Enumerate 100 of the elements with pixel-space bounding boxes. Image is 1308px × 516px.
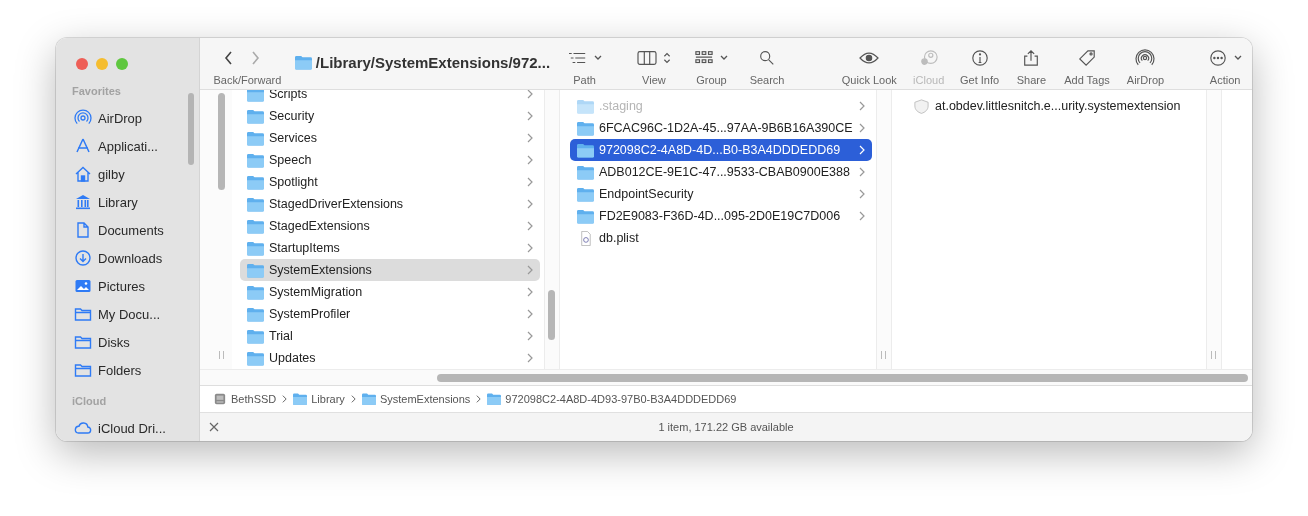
file-row[interactable]: db.plist bbox=[570, 227, 872, 249]
navigation-label: Back/Forward bbox=[213, 74, 282, 86]
sidebar-item[interactable]: AirDrop bbox=[64, 104, 191, 132]
building-icon bbox=[74, 193, 92, 211]
folder-icon bbox=[294, 55, 312, 70]
file-row[interactable]: Security bbox=[240, 105, 540, 127]
folder-icon bbox=[247, 108, 264, 124]
chevron-icon bbox=[526, 110, 534, 122]
scrollbar-thumb[interactable] bbox=[218, 93, 225, 190]
chevron-icon bbox=[526, 90, 534, 100]
folder-icon bbox=[293, 393, 308, 405]
sidebar-item[interactable]: My Docu... bbox=[64, 300, 191, 328]
chevron-icon bbox=[858, 210, 866, 222]
sidebar-item[interactable]: Folders bbox=[64, 356, 191, 384]
file-row[interactable]: FD2E9083-F36D-4D...095-2D0E19C7D006 bbox=[570, 205, 872, 227]
folder-icon bbox=[247, 196, 264, 212]
download-icon bbox=[74, 249, 92, 267]
toolbar-button[interactable]: Share bbox=[1005, 38, 1058, 89]
sidebar-item[interactable]: gilby bbox=[64, 160, 191, 188]
file-row[interactable]: StartupItems bbox=[240, 237, 540, 259]
path-item[interactable]: Library bbox=[293, 393, 345, 405]
chevron-icon bbox=[858, 122, 866, 134]
toolbar-button[interactable]: Action bbox=[1198, 38, 1252, 89]
file-row[interactable]: ADB012CE-9E1C-47...9533-CBAB0900E388 bbox=[570, 161, 872, 183]
columns-icon bbox=[635, 49, 658, 67]
sidebar-section-title: iCloud bbox=[71, 394, 108, 409]
toolbar-button[interactable]: Search bbox=[739, 38, 795, 89]
sidebar-item[interactable]: Downloads bbox=[64, 244, 191, 272]
chevron-icon bbox=[858, 144, 866, 156]
file-row[interactable]: SystemExtensions bbox=[240, 259, 540, 281]
file-row[interactable]: Services bbox=[240, 127, 540, 149]
shield-icon bbox=[913, 98, 930, 114]
sidebar-item[interactable]: Documents bbox=[64, 216, 191, 244]
folder-icon bbox=[247, 328, 264, 344]
chevron-icon bbox=[526, 198, 534, 210]
sidebar-item[interactable]: Pictures bbox=[64, 272, 191, 300]
folder-icon bbox=[247, 350, 264, 366]
column-resize-handle[interactable] bbox=[1211, 351, 1216, 359]
toolbar-button[interactable]: Path bbox=[554, 38, 615, 89]
file-row[interactable]: EndpointSecurity bbox=[570, 183, 872, 205]
document-icon bbox=[74, 221, 92, 239]
chevron-icon bbox=[349, 394, 357, 404]
toolbar-button[interactable]: Quick Look bbox=[834, 38, 904, 89]
scrollbar-thumb[interactable] bbox=[188, 93, 194, 165]
picture-icon bbox=[74, 277, 92, 295]
zoom-button[interactable] bbox=[116, 58, 128, 70]
file-row[interactable]: StagedExtensions bbox=[240, 215, 540, 237]
file-row[interactable]: 6FCAC96C-1D2A-45...97AA-9B6B16A390CE bbox=[570, 117, 872, 139]
folder-icon bbox=[74, 305, 92, 323]
folder-icon bbox=[247, 262, 264, 278]
drive-icon bbox=[213, 393, 227, 405]
file-row[interactable]: Spotlight bbox=[240, 171, 540, 193]
toolbar-button[interactable]: Group bbox=[683, 38, 740, 89]
file-row[interactable]: 972098C2-4A8D-4D...B0-B3A4DDDEDD69 bbox=[570, 139, 872, 161]
close-button[interactable] bbox=[76, 58, 88, 70]
path-item[interactable]: SystemExtensions bbox=[361, 393, 471, 405]
sidebar-item[interactable]: Applicati... bbox=[64, 132, 191, 160]
cloud-icon bbox=[74, 419, 92, 437]
airdrop-icon bbox=[1134, 49, 1157, 67]
minimize-button[interactable] bbox=[96, 58, 108, 70]
file-row[interactable]: SystemMigration bbox=[240, 281, 540, 303]
chevron-icon bbox=[526, 264, 534, 276]
folder-icon bbox=[577, 186, 594, 202]
chevron-icon bbox=[526, 308, 534, 320]
file-row[interactable]: Trial bbox=[240, 325, 540, 347]
folder-icon bbox=[361, 393, 376, 405]
forward-chevron-icon[interactable] bbox=[249, 50, 262, 66]
sidebar-item[interactable]: iCloud Dri... bbox=[64, 414, 191, 441]
file-row[interactable]: Updates bbox=[240, 347, 540, 369]
sidebar-item[interactable]: Library bbox=[64, 188, 191, 216]
toolbar-button[interactable]: Get Info bbox=[953, 38, 1006, 89]
app-store-a-icon bbox=[74, 137, 92, 155]
scrollbar-thumb[interactable] bbox=[548, 290, 555, 340]
file-row[interactable]: at.obdev.littlesnitch.e...urity.systemextension bbox=[906, 95, 1202, 117]
folder-icon bbox=[247, 218, 264, 234]
chevron-icon bbox=[858, 188, 866, 200]
folder-icon bbox=[247, 284, 264, 300]
toolbar-button[interactable]: AirDrop bbox=[1116, 38, 1175, 89]
chevron-icon bbox=[858, 100, 866, 112]
folder-icon bbox=[577, 120, 594, 136]
chevron-icon bbox=[475, 394, 483, 404]
column-resize-handle[interactable] bbox=[219, 351, 224, 359]
folder-icon bbox=[247, 90, 264, 102]
folder-icon bbox=[577, 142, 594, 158]
file-row[interactable]: Speech bbox=[240, 149, 540, 171]
toolbar-button[interactable]: Add Tags bbox=[1057, 38, 1117, 89]
eye-icon bbox=[858, 49, 881, 67]
sidebar-item[interactable]: Disks bbox=[64, 328, 191, 356]
path-item[interactable]: BethSSD bbox=[213, 393, 277, 405]
scrollbar-thumb[interactable] bbox=[437, 373, 1248, 382]
path-item[interactable]: 972098C2-4A8D-4D93-97B0-B3A4DDDEDD69 bbox=[487, 393, 737, 405]
folder-icon bbox=[577, 164, 594, 180]
column-resize-handle[interactable] bbox=[881, 351, 886, 359]
close-icon[interactable] bbox=[208, 421, 220, 433]
file-row[interactable]: SystemProfiler bbox=[240, 303, 540, 325]
folder-icon bbox=[577, 98, 594, 114]
folder-icon bbox=[487, 393, 502, 405]
toolbar-button[interactable]: View bbox=[624, 38, 684, 89]
folder-icon bbox=[247, 174, 264, 190]
file-row[interactable]: StagedDriverExtensions bbox=[240, 193, 540, 215]
